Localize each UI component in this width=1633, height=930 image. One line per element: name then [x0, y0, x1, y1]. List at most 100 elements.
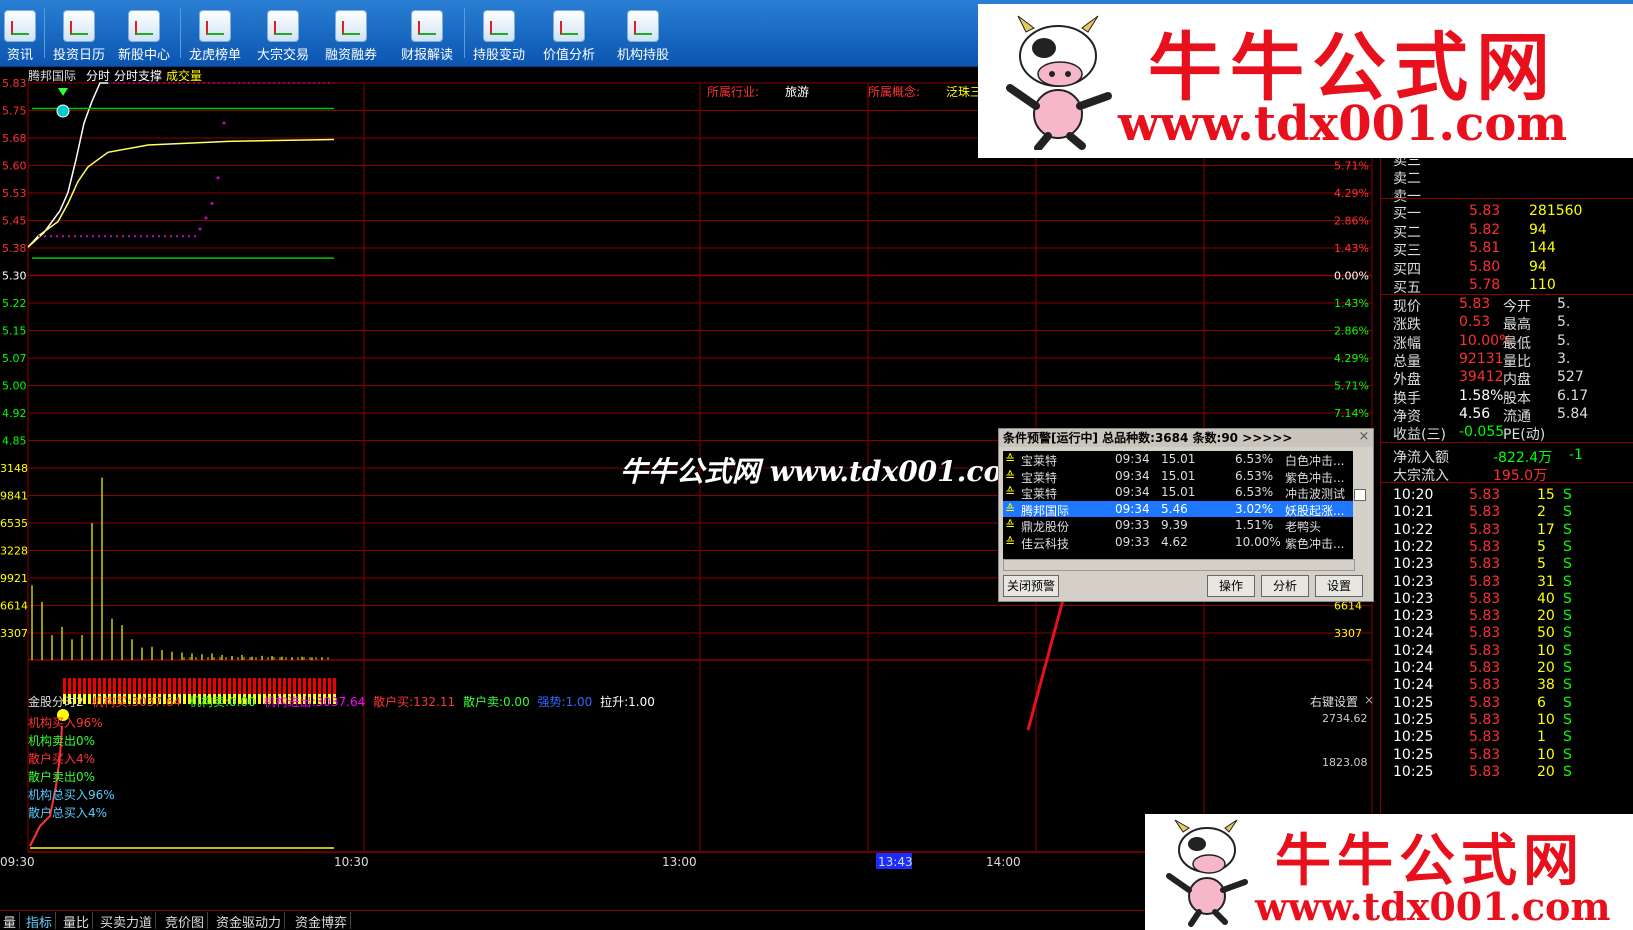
toolbar-calendar-button[interactable]: 投资日历 [46, 0, 112, 66]
panel-divider [1381, 482, 1633, 483]
stat-row: 涨跌 0.53 最高 5. [1381, 314, 1633, 333]
price-tick-label: 5.15 [2, 325, 27, 338]
condition-alert-dialog[interactable]: 条件预警[运行中] 总品种数:3684 条数:90 >>>>> × ≙ 宝莱特 09… [998, 428, 1374, 602]
inst-buy-bar [203, 678, 206, 694]
sell-level-label: 卖二 [1393, 171, 1421, 187]
inst-buy-bar [328, 678, 331, 694]
inst-buy-bar [128, 678, 131, 694]
indicator-header: 金股分时2 机构买:3037.64 机构卖:0.00 机构进出:3037.64 … [28, 695, 655, 709]
stat-row: 换手 1.58% 股本 6.17 [1381, 388, 1633, 407]
time-tick-label: 10:30 [334, 855, 369, 869]
price-tick-label: 5.68 [2, 132, 27, 145]
buy-level-row: 买二 5.82 94 [1381, 222, 1633, 241]
panel-divider [1381, 294, 1633, 295]
stat-label: 换手 [1393, 390, 1421, 407]
support-dot [222, 121, 226, 125]
stat-label: 涨幅 [1393, 335, 1421, 352]
industry-value: 旅游 [785, 85, 810, 99]
toolbar-holding-change-button[interactable]: 持股变动 [466, 0, 532, 66]
alert-price: 15.01 [1161, 485, 1196, 499]
inst-buy-bar [263, 678, 266, 694]
alert-row[interactable]: ≙ 宝莱特 09:34 15.01 6.53% 紫色冲击... [1003, 468, 1353, 485]
tab-0[interactable]: 量 [0, 912, 21, 930]
alert-time: 09:34 [1115, 468, 1150, 483]
toolbar-newstock-button[interactable]: 新股中心 [111, 0, 177, 66]
tick-time: 10:22 [1393, 538, 1434, 555]
flow-row: 大宗流入 195.0万 [1381, 465, 1633, 484]
tick-volume: 10 [1537, 642, 1555, 659]
stat-label: 外盘 [1393, 372, 1421, 389]
tab-5[interactable]: 资金驱动力 [213, 912, 286, 930]
toolbar-report-button[interactable]: 财报解读 [394, 0, 460, 66]
tick-price: 5.83 [1469, 746, 1501, 763]
pct-tick-label: 4.29% [1334, 187, 1369, 200]
tab-6[interactable]: 资金博弈 [292, 912, 352, 930]
tab-3[interactable]: 买卖力道 [97, 912, 157, 930]
alert-row[interactable]: ≙ 宝莱特 09:34 15.01 6.53% 白色冲击... [1003, 451, 1353, 468]
indicator-settings-link[interactable]: 右键设置 [1310, 693, 1358, 710]
inst-buy-bar [333, 678, 336, 694]
price-tick-label: 4.85 [2, 435, 27, 448]
tick-side: S [1563, 487, 1572, 503]
alert-condition: 老鸭头 [1285, 520, 1322, 534]
tab-1[interactable]: 指标 [23, 912, 57, 930]
indicator-close-icon[interactable]: × [1364, 693, 1374, 707]
tick-time: 10:25 [1393, 763, 1434, 780]
holding-change-icon [483, 10, 515, 42]
price-tick-label: 5.30 [2, 270, 27, 283]
tick-row: 10:22 5.83 17 S [1381, 522, 1633, 540]
tick-price: 5.83 [1469, 677, 1501, 694]
alert-checkbox[interactable] [1354, 489, 1366, 501]
close-alert-button[interactable]: 关闭预警 [1003, 575, 1059, 597]
inst-buy-bar [108, 678, 111, 694]
tick-side: S [1563, 763, 1572, 780]
buy-level-row: 买三 5.81 144 [1381, 240, 1633, 259]
pct-tick-label: 5.71% [1334, 380, 1369, 393]
calendar-icon [63, 10, 95, 42]
legend-inst-sell: 机构卖出0% [28, 734, 96, 748]
alert-close-icon[interactable]: × [1357, 430, 1371, 444]
quote-panel: 卖三 卖二 卖一 买一 5.83 281560 买二 5.82 94 买三 5.81 144 买四 5.8… [1380, 66, 1633, 916]
alert-row[interactable]: ≙ 佳云科技 09:33 4.62 10.00% 紫色冲击... [1003, 534, 1353, 551]
stat-value-2: 5. [1557, 332, 1571, 349]
tab-volume[interactable]: 成交量 [166, 67, 202, 84]
price-tick-label: 5.53 [2, 187, 27, 200]
alert-row[interactable]: ≙ 鼎龙股份 09:33 9.39 1.51% 老鸭头 [1003, 517, 1353, 534]
buy-level-price: 5.83 [1469, 203, 1501, 219]
tick-side: S [1563, 660, 1572, 676]
toolbar-margin-button[interactable]: 融资融券 [318, 0, 384, 66]
tab-fenshi[interactable]: 分时 [86, 67, 110, 84]
stat-value-2: 5.84 [1557, 405, 1589, 422]
analyze-button[interactable]: 分析 [1261, 575, 1309, 597]
toolbar-value-button[interactable]: 价值分析 [536, 0, 602, 66]
toolbar-institution-button[interactable]: 机构持股 [610, 0, 676, 66]
tab-4[interactable]: 竞价图 [162, 912, 209, 930]
alert-scrollbar[interactable] [1003, 559, 1355, 571]
tick-volume: 10 [1537, 746, 1555, 763]
toolbar-block-trade-button[interactable]: 大宗交易 [250, 0, 316, 66]
tick-row: 10:25 5.83 20 S [1381, 764, 1633, 782]
price-tick-label: 4.92 [2, 407, 27, 420]
inst-buy-bar [123, 678, 126, 694]
toolbar-dragon-list-button[interactable]: 龙虎榜单 [182, 0, 248, 66]
alert-row[interactable]: ≙ 宝莱特 09:34 15.01 6.53% 冲击波测试 [1003, 484, 1353, 501]
toolbar-news-button[interactable]: 资讯 [0, 0, 40, 66]
alert-time: 09:34 [1115, 485, 1150, 499]
alert-settings-button[interactable]: 设置 [1315, 575, 1363, 597]
operate-button[interactable]: 操作 [1207, 575, 1255, 597]
alert-row-icon: ≙ [1005, 534, 1016, 549]
pct-tick-label: 0.00% [1334, 270, 1369, 283]
stat-label-2: 内盘 [1503, 372, 1531, 389]
tab-fenshi-support[interactable]: 分时支撑 [114, 67, 162, 84]
alert-list[interactable]: ≙ 宝莱特 09:34 15.01 6.53% 白色冲击... ≙ 宝莱特 09:34 15.01… [1003, 451, 1353, 569]
inst-buy-bar [223, 678, 226, 694]
tab-2[interactable]: 量比 [60, 912, 94, 930]
legend-retail-buy: 散户买入4% [28, 752, 96, 766]
tick-side: S [1563, 642, 1572, 659]
alert-row[interactable]: ≙ 腾邦国际 09:34 5.46 3.02% 妖股起涨... [1003, 500, 1353, 518]
pct-tick-label: 1.43% [1334, 297, 1369, 310]
institution-icon [627, 10, 659, 42]
inst-buy-bar [73, 678, 76, 694]
stat-label: 净资 [1393, 408, 1421, 425]
inst-buy-bar [298, 678, 301, 694]
